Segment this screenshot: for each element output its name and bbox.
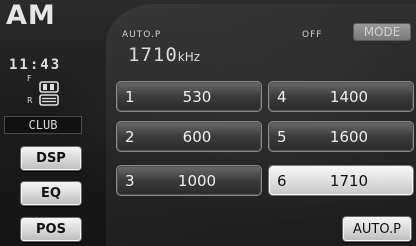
preset-button-1[interactable]: 1 530 [116,81,262,112]
frequency-unit: kHz [177,50,201,64]
clock: 11:43 [9,57,62,73]
preset-button-2[interactable]: 2 600 [116,121,262,152]
preset-button-5[interactable]: 5 1600 [268,121,414,152]
fader-icon [39,81,59,106]
band-label: AM [6,0,56,31]
audio-screen: AM 11:43 F R CLUB DSP EQ POS AUTO.P 1710… [0,0,416,246]
preset-button-3[interactable]: 3 1000 [116,165,262,196]
preset-button-6[interactable]: 6 1710 [268,165,414,196]
preset-frequency: 1710 [329,172,369,190]
preset-frequency: 530 [182,88,212,106]
fader-rear-label: R [27,96,33,105]
auto-p-status: AUTO.P [122,30,162,40]
mode-button[interactable]: MODE [353,23,411,41]
dsp-button[interactable]: DSP [20,146,82,171]
auto-p-button[interactable]: AUTO.P [342,216,412,242]
eq-preset-display: CLUB [4,116,82,134]
eq-button[interactable]: EQ [20,181,82,206]
preset-button-4[interactable]: 4 1400 [268,81,414,112]
preset-frequency: 1000 [177,172,217,190]
pos-button[interactable]: POS [20,217,82,242]
preset-frequency: 1600 [329,128,369,146]
off-status: OFF [302,30,323,40]
frequency-display: 1710kHz [128,44,200,66]
fader-indicator: F R [27,74,71,110]
frequency-value: 1710 [128,44,178,66]
preset-frequency: 600 [182,128,212,146]
fader-front-label: F [27,74,32,83]
preset-frequency: 1400 [329,88,369,106]
